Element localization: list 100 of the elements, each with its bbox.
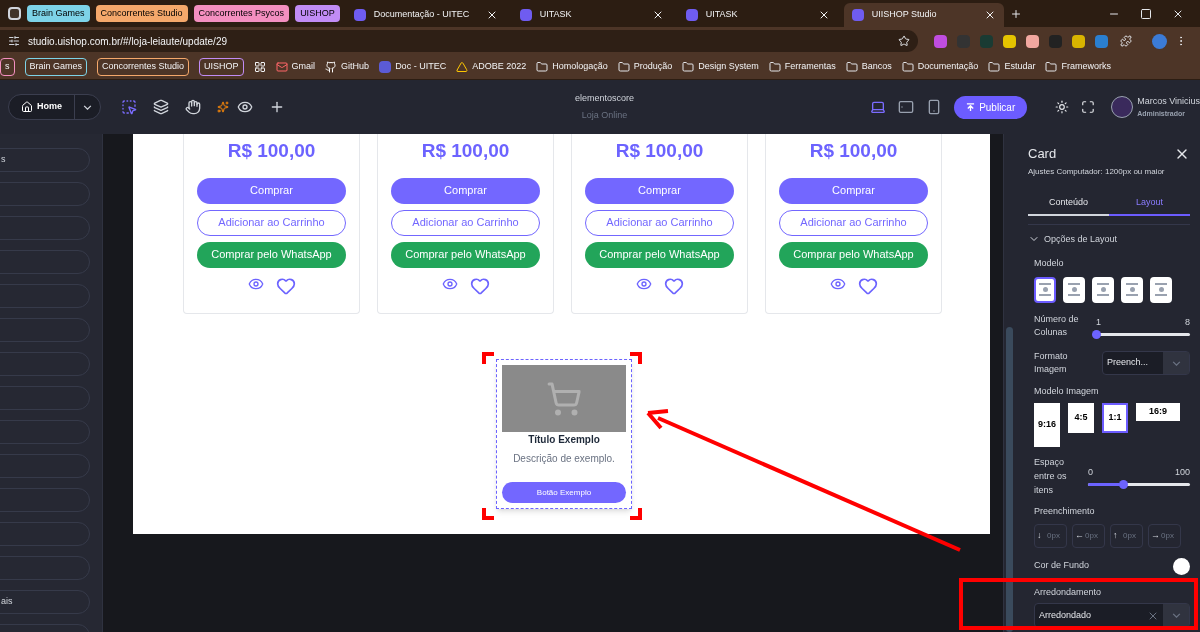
tab-logo-icon xyxy=(851,9,864,21)
color-swatch[interactable] xyxy=(1173,557,1190,575)
heart-icon[interactable] xyxy=(857,275,878,296)
tab-group-chip[interactable]: Brain Games xyxy=(27,4,90,23)
bookmark-group-chip[interactable]: s xyxy=(0,58,15,76)
tab-logo-icon xyxy=(685,9,698,21)
bookmark[interactable]: ADOBE 2022 xyxy=(456,60,527,74)
field-label: Número de Colunas xyxy=(1034,312,1080,339)
image-ratio-option[interactable]: 1:1 xyxy=(1102,403,1128,433)
tab-group-chip[interactable]: Concorrentes Studio xyxy=(95,4,188,23)
eye-icon[interactable] xyxy=(237,99,253,115)
bookmark[interactable]: Estudar xyxy=(988,60,1036,74)
profile-icon[interactable] xyxy=(1152,33,1167,49)
arrow-glyph: → xyxy=(1151,528,1160,542)
field-label: Cor de Fundo xyxy=(1034,559,1090,573)
bookmark[interactable]: Doc - UITEC xyxy=(379,60,447,74)
sample-card[interactable]: Título Exemplo Descrição de exemplo. Botão Exemplo xyxy=(496,359,632,509)
project-subtitle: Loja Online xyxy=(581,109,628,122)
select-tool-icon[interactable] xyxy=(121,99,137,115)
buy-button[interactable]: Comprar xyxy=(197,177,346,204)
upload-icon xyxy=(966,102,976,112)
buy-button[interactable]: Comprar xyxy=(391,177,540,204)
user-name: Marcos Vinicius xyxy=(1137,95,1200,108)
slider-track[interactable] xyxy=(1088,483,1190,487)
fullscreen-icon[interactable] xyxy=(1081,99,1096,115)
panel-title: Card xyxy=(1028,145,1057,163)
restore-icon[interactable] xyxy=(1140,7,1152,20)
sample-button[interactable]: Botão Exemplo xyxy=(502,482,626,503)
plus-icon[interactable] xyxy=(269,99,285,115)
slider-thumb[interactable] xyxy=(1092,330,1101,340)
sun-icon[interactable] xyxy=(1055,99,1070,115)
bookmark[interactable]: Design System xyxy=(682,60,759,74)
bookmark-group-chip[interactable]: Concorrentes Studio xyxy=(97,58,190,76)
address-bar[interactable]: studio.uishop.com.br/#/loja-leiaute/update/29 xyxy=(0,30,918,52)
bookmark-group-chip[interactable]: Brain Games xyxy=(24,58,88,76)
layers-icon[interactable] xyxy=(153,99,169,115)
sparkles-icon[interactable] xyxy=(217,101,229,113)
tab-group-chip[interactable]: UISHOP xyxy=(295,4,340,23)
project-name: elementoscore xyxy=(575,91,635,105)
mail-icon xyxy=(275,61,288,73)
browser-tab[interactable]: UITASK xyxy=(677,3,838,27)
section-header[interactable]: Opções de Layout xyxy=(1028,232,1190,246)
browser-tab[interactable]: UITASK xyxy=(511,3,672,27)
select-field[interactable]: Arredondado xyxy=(1034,603,1190,628)
product-price: R$ 100,00 xyxy=(615,139,704,163)
laptop-icon[interactable] xyxy=(870,99,887,115)
slider-max: 8 xyxy=(1185,315,1190,329)
slider-thumb[interactable] xyxy=(1118,480,1128,490)
buy-button[interactable]: Comprar xyxy=(585,177,734,204)
tablet-icon[interactable] xyxy=(898,99,915,115)
panel-tab[interactable]: Conteúdo xyxy=(1028,191,1109,216)
new-tab-icon[interactable] xyxy=(1009,7,1022,20)
tab-group-chip[interactable]: Concorrentes Psycos xyxy=(193,4,290,23)
image-ratio-option[interactable]: 4:5 xyxy=(1068,403,1094,433)
field-label: Arredondamento xyxy=(1034,585,1103,599)
apps-icon[interactable] xyxy=(253,61,266,73)
heart-icon[interactable] xyxy=(469,275,490,296)
field-label: Modelo Imagem xyxy=(1034,384,1100,398)
extensions-icon[interactable] xyxy=(1120,35,1132,47)
bookmark[interactable]: GitHub xyxy=(325,60,370,74)
arrow-glyph: ← xyxy=(1075,528,1084,542)
browser-tab[interactable]: Documentação - UITEC xyxy=(345,3,506,27)
heart-icon[interactable] xyxy=(275,275,296,296)
cart-icon xyxy=(546,380,582,417)
site-settings-icon[interactable] xyxy=(8,35,20,47)
github-icon xyxy=(325,61,338,73)
publish-button[interactable]: Publicar xyxy=(954,95,1028,119)
image-ratio-option[interactable]: 9:16 xyxy=(1034,403,1060,447)
bookmark[interactable]: Gmail xyxy=(275,60,316,74)
layout-model-option[interactable] xyxy=(1034,276,1056,303)
extensions-drawing[interactable] xyxy=(934,34,1108,48)
bookmark[interactable]: Homologação xyxy=(536,60,608,74)
bookmark[interactable]: Produção xyxy=(617,60,673,74)
bookmark-group-chip[interactable]: UISHOP xyxy=(199,58,244,76)
bookmark[interactable]: Bancos xyxy=(845,60,892,74)
slider-max: 100 xyxy=(1174,465,1190,479)
image-ratio-option[interactable]: 16:9 xyxy=(1136,403,1180,421)
hand-icon[interactable] xyxy=(185,99,201,115)
arrow-glyph: ↑ xyxy=(1113,528,1118,542)
field-label: Formato Imagem xyxy=(1034,349,1069,376)
pinned-tab-icon[interactable] xyxy=(8,7,21,20)
select-field[interactable]: Preench... xyxy=(1102,351,1190,375)
bookmark[interactable]: Ferramentas xyxy=(768,60,836,74)
buy-button[interactable]: Comprar xyxy=(779,177,928,204)
slider-min: 0 xyxy=(1088,465,1093,479)
bookmark[interactable]: Frameworks xyxy=(1045,60,1111,74)
tab-logo-icon xyxy=(353,9,366,21)
field-label: Modelo xyxy=(1034,257,1065,270)
panel-tab[interactable]: Layout xyxy=(1109,191,1190,216)
slider-min: 1 xyxy=(1096,315,1101,329)
browser-tab[interactable]: UIISHOP Studio xyxy=(843,3,1004,27)
triangle-icon xyxy=(456,61,469,73)
heart-icon[interactable] xyxy=(663,275,684,296)
product-price: R$ 100,00 xyxy=(421,139,510,163)
avatar[interactable] xyxy=(1111,96,1134,118)
chevron-down-icon xyxy=(1171,360,1181,366)
bookmark[interactable]: Documentação xyxy=(901,60,979,74)
star-icon[interactable] xyxy=(898,35,910,47)
home-selector[interactable]: Home xyxy=(8,94,101,120)
scrollbar-thumb[interactable] xyxy=(1006,327,1013,632)
